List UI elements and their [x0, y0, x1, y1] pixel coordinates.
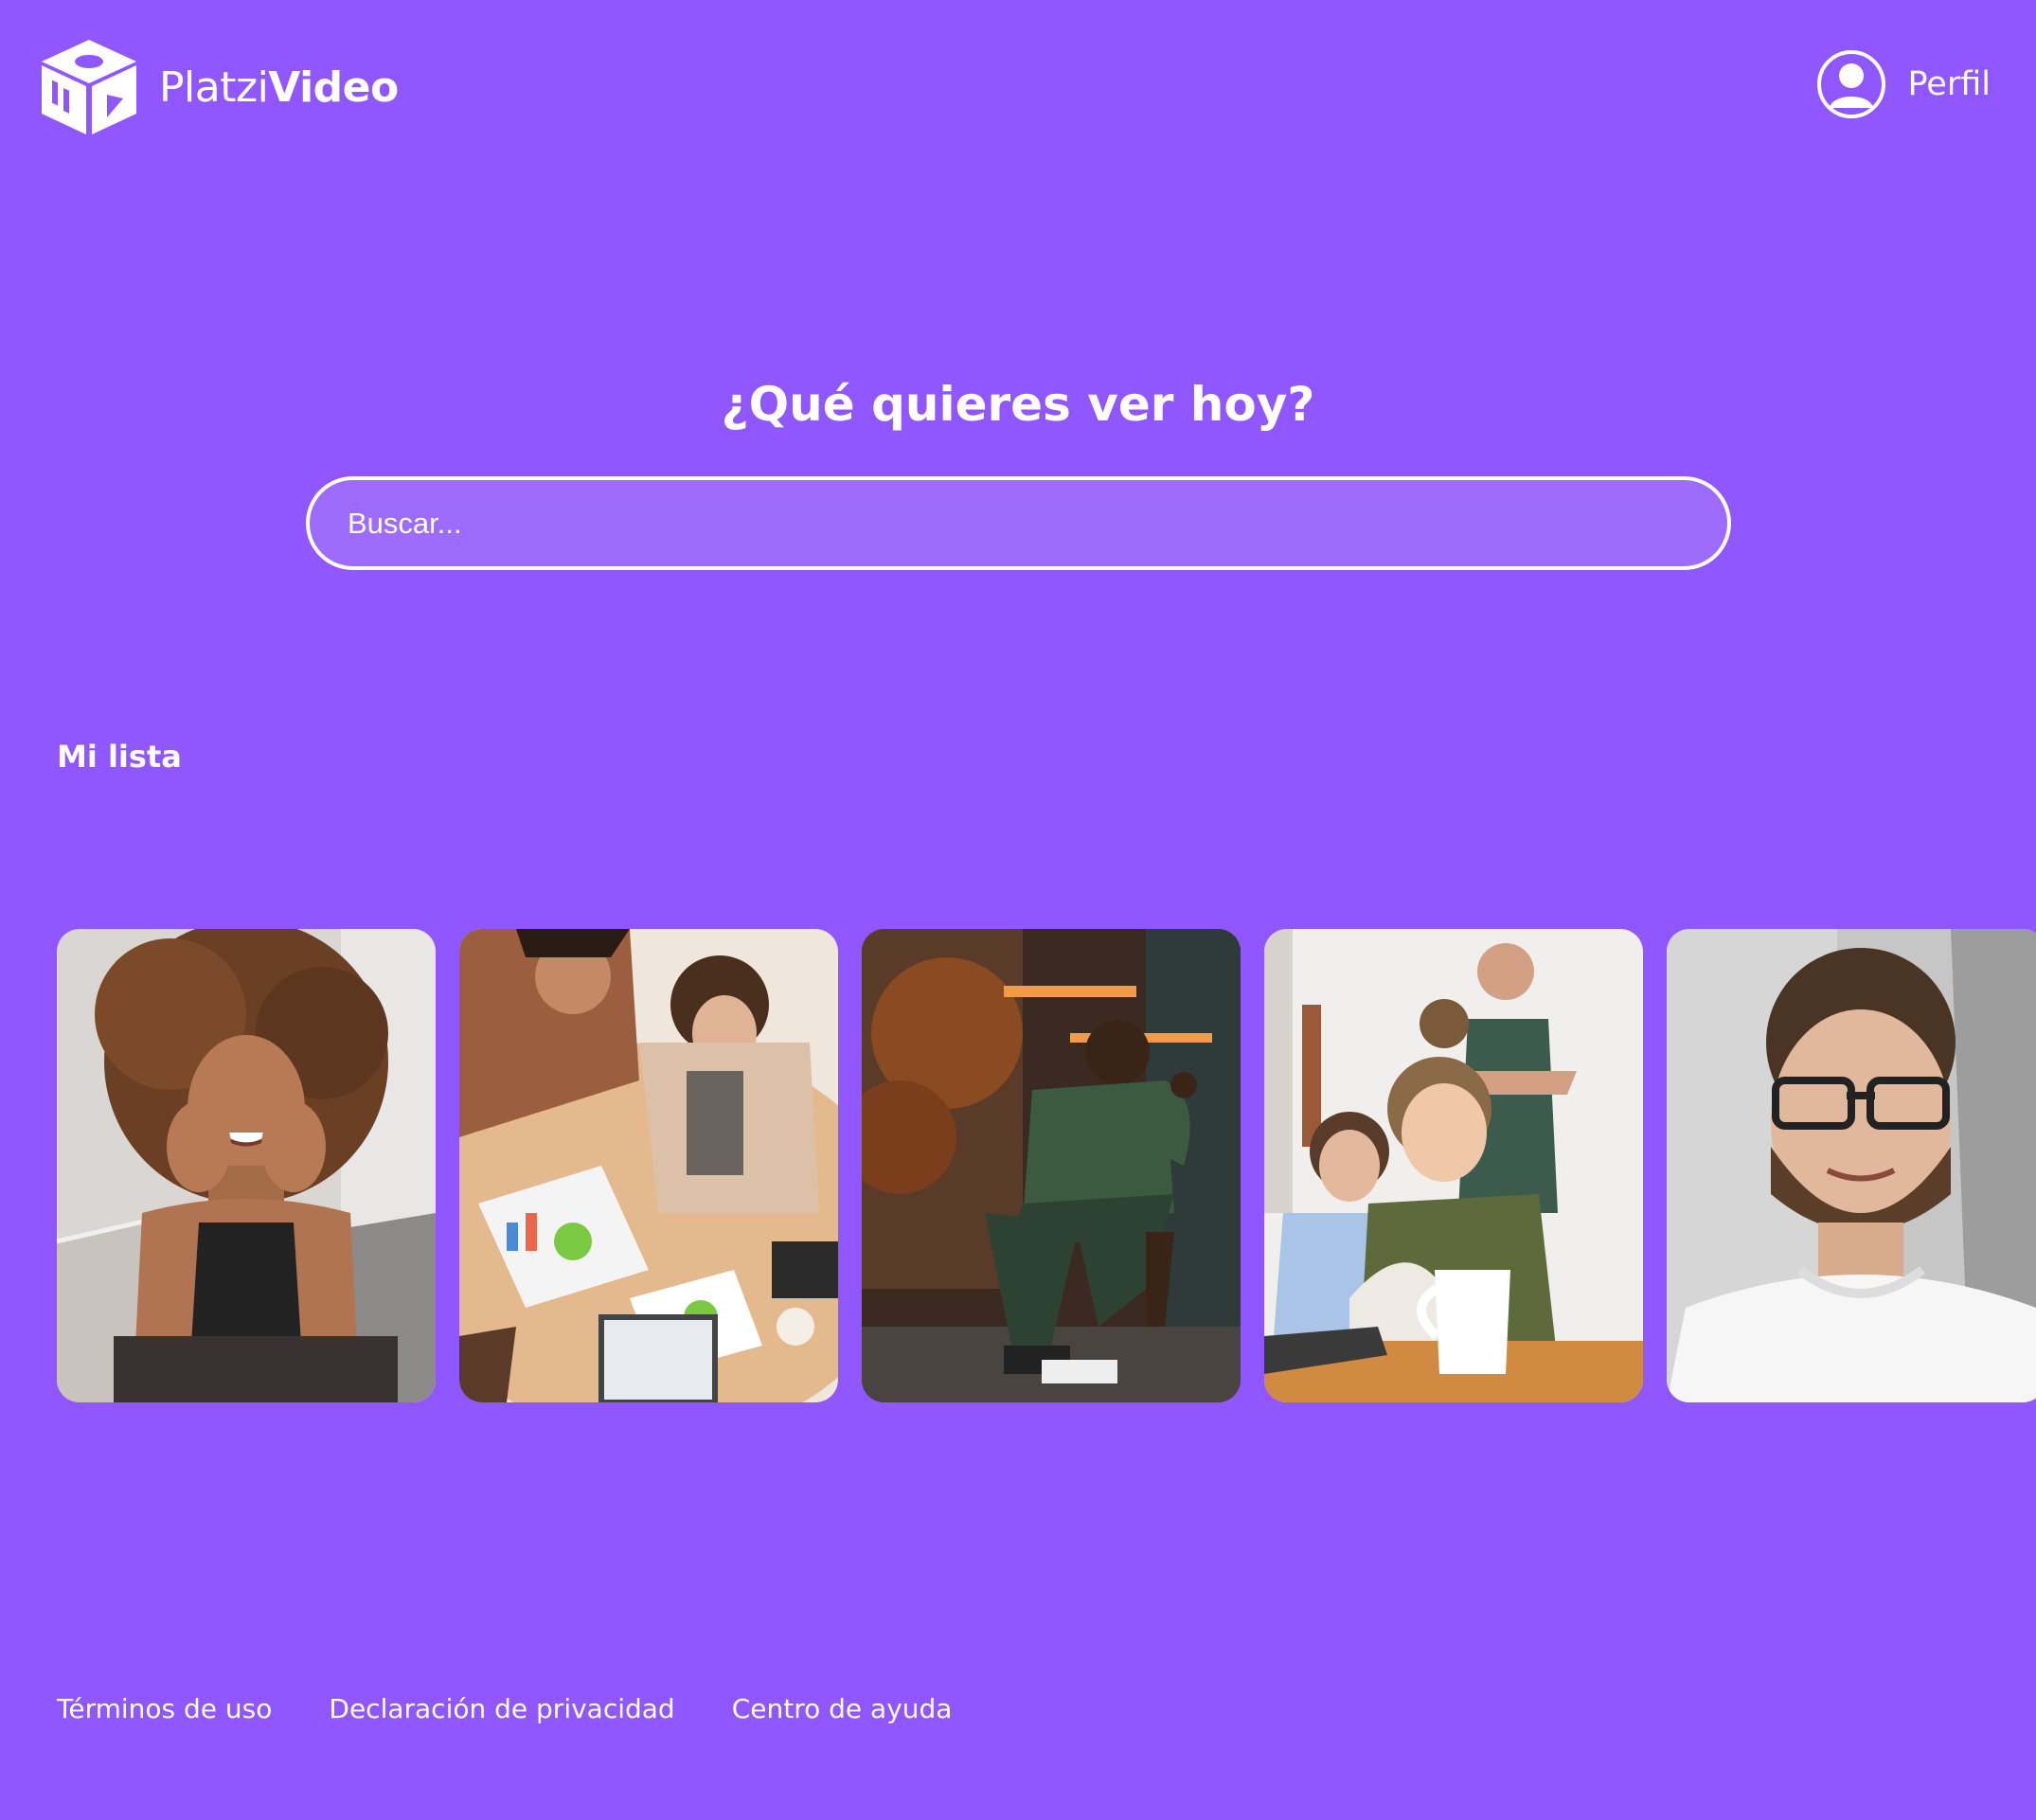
footer: Términos de uso Declaración de privacida…	[57, 1693, 1009, 1724]
user-avatar-icon	[1817, 50, 1886, 118]
logo-wordmark: PlatziVideo	[159, 63, 399, 112]
woman-curly-hair-smiling-photo-icon	[57, 929, 436, 1402]
footer-link-privacy[interactable]: Declaración de privacidad	[329, 1693, 674, 1724]
coworkers-coffee-laughing-photo-icon	[1264, 929, 1643, 1402]
cube-logo-icon	[42, 40, 136, 134]
search-input[interactable]	[306, 476, 1731, 570]
carousel-item[interactable]	[459, 929, 838, 1402]
logo-name-bold: Video	[268, 62, 399, 112]
carousel	[57, 929, 2036, 1402]
profile-button[interactable]: Perfil	[1816, 49, 1991, 119]
page: PlatziVideo Perfil ¿Qué quieres ver hoy?…	[0, 0, 2036, 1820]
logo[interactable]: PlatziVideo	[38, 36, 399, 138]
carousel-item[interactable]	[1667, 929, 2036, 1402]
footer-link-help-center[interactable]: Centro de ayuda	[732, 1693, 953, 1724]
carousel-item[interactable]	[1264, 929, 1643, 1402]
carousel-item[interactable]	[57, 929, 436, 1402]
profile-label: Perfil	[1907, 65, 1991, 103]
man-green-shirt-crouching-photo-icon	[862, 929, 1241, 1402]
hero-title: ¿Qué quieres ver hoy?	[721, 377, 1315, 432]
section-title: Mi lista	[57, 739, 182, 775]
carousel-item[interactable]	[862, 929, 1241, 1402]
man-glasses-portrait-photo-icon	[1667, 929, 2036, 1402]
logo-name-light: Platzi	[159, 62, 269, 112]
team-meeting-charts-photo-icon	[459, 929, 838, 1402]
footer-link-terms[interactable]: Términos de uso	[57, 1693, 272, 1724]
